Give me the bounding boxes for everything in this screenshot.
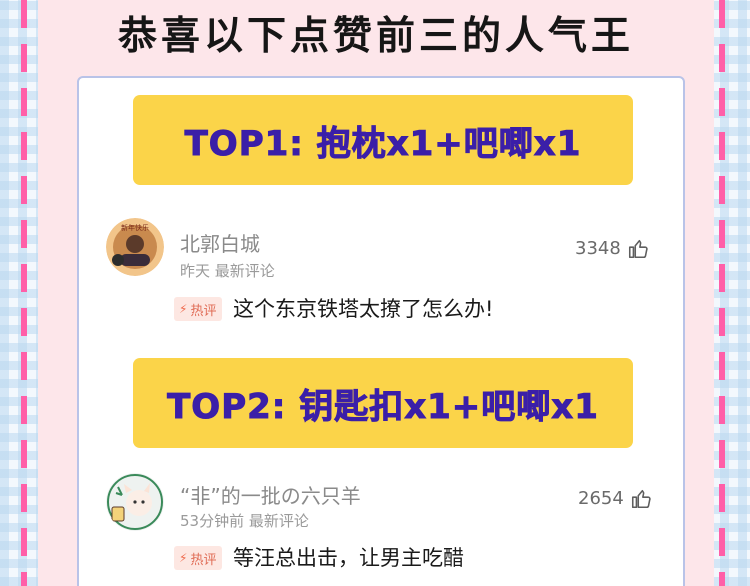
flame-icon: ⚡	[179, 302, 188, 316]
right-dashed-border	[719, 0, 725, 586]
comment-tag: 最新评论	[214, 262, 275, 280]
like-button[interactable]: 3348	[575, 238, 649, 260]
comment-text: 这个东京铁塔太撩了怎么办!	[233, 297, 494, 321]
user-avatar[interactable]: 新年快乐	[106, 218, 164, 276]
thumbs-up-icon	[628, 239, 648, 259]
hot-badge-label: 热评	[190, 552, 217, 568]
like-count: 2654	[578, 488, 624, 509]
top1-prize-banner: TOP1: 抱枕x1+吧唧x1	[133, 95, 633, 185]
comment-time: 53分钟前	[180, 512, 245, 530]
hot-comment-badge: ⚡ 热评	[174, 546, 223, 570]
poster-headline: 恭喜以下点赞前三的人气王	[117, 14, 634, 59]
comment-tag: 最新评论	[248, 512, 309, 530]
avatar-image	[106, 473, 164, 531]
hot-badge-label: 热评	[190, 303, 217, 319]
top2-prize-banner: TOP2: 钥匙扣x1+吧唧x1	[133, 358, 633, 448]
comment-username[interactable]: 北郭白城	[180, 232, 260, 256]
comment-meta: 53分钟前 最新评论	[180, 512, 309, 530]
flame-icon: ⚡	[179, 551, 188, 565]
svg-text:新年快乐: 新年快乐	[121, 223, 149, 232]
comment-time: 昨天	[180, 262, 211, 280]
hot-comment-badge: ⚡ 热评	[174, 297, 223, 321]
thumbs-up-icon	[631, 489, 651, 509]
avatar-image: 新年快乐	[106, 218, 164, 276]
like-button[interactable]: 2654	[578, 488, 652, 510]
comment-text: 等汪总出击，让男主吃醋	[233, 546, 464, 570]
left-dashed-border	[21, 0, 27, 586]
user-avatar[interactable]	[106, 473, 164, 531]
comment-username[interactable]: “非”的一批の六只羊	[180, 484, 361, 508]
comment-meta: 昨天 最新评论	[180, 262, 275, 280]
top2-prize-text: TOP2: 钥匙扣x1+吧唧x1	[167, 386, 599, 427]
top1-prize-text: TOP1: 抱枕x1+吧唧x1	[184, 123, 582, 164]
like-count: 3348	[575, 238, 621, 259]
